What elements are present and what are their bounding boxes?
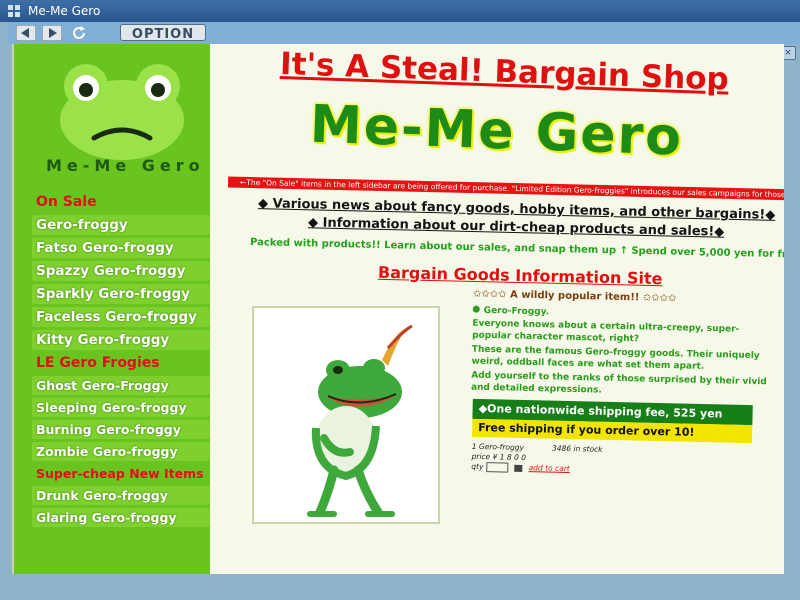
item-name: 1 Gero-froggy	[471, 441, 525, 453]
desc-line-3: Add yourself to the ranks of those surpr…	[470, 370, 767, 396]
sidebar-item-zombie[interactable]: Zombie Gero-froggy	[32, 442, 210, 461]
sidebar-item-fatso[interactable]: Fatso Gero-froggy	[32, 238, 210, 258]
sidebar-item-kitty[interactable]: Kitty Gero-froggy	[32, 330, 210, 350]
item-price: price ¥ 1 8 0 0	[471, 451, 527, 463]
web-page: Me-Me Gero On Sale Gero-froggy Fatso Ger…	[12, 44, 784, 574]
product-description: ✩✩✩✩ A wildly popular item!! ✩✩✩✩ Gero-F…	[471, 289, 773, 401]
sidebar-item-super-cheap[interactable]: Super-cheap New Items	[32, 464, 210, 483]
sidebar-nav: On Sale Gero-froggy Fatso Gero-froggy Sp…	[32, 192, 210, 530]
sidebar-item-glaring[interactable]: Glaring Gero-froggy	[32, 508, 210, 527]
shipping-box: ◆One nationwide shipping fee, 525 yen Fr…	[471, 398, 753, 478]
popular-text: A wildly popular item!!	[509, 289, 640, 304]
frog-logo-icon	[60, 64, 184, 160]
cart-icon[interactable]	[514, 464, 523, 472]
sidebar-item-faceless[interactable]: Faceless Gero-froggy	[32, 307, 210, 327]
browser-toolbar: OPTION	[8, 22, 800, 44]
sidebar-item-drunk[interactable]: Drunk Gero-froggy	[32, 486, 210, 505]
logo-text: Me-Me Gero	[46, 156, 205, 175]
site-subtitle: Bargain Goods Information Site	[377, 262, 663, 289]
qty-label: qty	[471, 461, 484, 472]
popular-badge: ✩✩✩✩ A wildly popular item!! ✩✩✩✩	[473, 289, 773, 307]
stock-count: 3486 in stock	[551, 443, 603, 454]
add-to-cart-button[interactable]: add to cart	[529, 463, 570, 473]
sidebar-item-sleeping[interactable]: Sleeping Gero-froggy	[32, 398, 210, 417]
product-name-text: Gero-Froggy.	[483, 305, 550, 318]
title-bar: Me-Me Gero	[0, 0, 800, 22]
purchase-form: 1 Gero-froggy 3486 in stock price ¥ 1 8 0…	[471, 442, 752, 478]
reload-icon[interactable]	[70, 25, 90, 41]
sidebar-item-le-gero-frogies[interactable]: LE Gero Frogies	[32, 353, 210, 373]
app-icon	[8, 5, 20, 17]
shipping-fee-text: One nationwide shipping fee, 525 yen	[486, 402, 723, 421]
window-title: Me-Me Gero	[28, 4, 101, 18]
sidebar-item-gero-froggy[interactable]: Gero-froggy	[32, 215, 210, 235]
promo-text: Packed with products!! Learn about our s…	[249, 237, 784, 262]
star-icon: ✩✩✩✩	[642, 292, 677, 305]
gero-froggy-figure-icon	[307, 324, 413, 517]
sidebar-item-on-sale[interactable]: On Sale	[32, 192, 210, 212]
sidebar-item-spazzy[interactable]: Spazzy Gero-froggy	[32, 261, 210, 281]
star-icon: ✩✩✩✩	[472, 288, 507, 301]
sidebar-item-burning[interactable]: Burning Gero-froggy	[32, 420, 210, 439]
forward-icon[interactable]	[42, 25, 62, 41]
page-headline: It's A Steal! Bargain Shop	[279, 45, 730, 98]
brand-logo-text: Me-Me Gero	[309, 94, 684, 168]
qty-input[interactable]	[485, 462, 508, 473]
sidebar: Me-Me Gero On Sale Gero-froggy Fatso Ger…	[14, 44, 210, 574]
sidebar-item-ghost[interactable]: Ghost Gero-Froggy	[32, 376, 210, 395]
sidebar-item-sparkly[interactable]: Sparkly Gero-froggy	[32, 284, 210, 304]
main-content: It's A Steal! Bargain Shop Me-Me Gero ←T…	[210, 44, 784, 574]
option-button[interactable]: OPTION	[120, 24, 206, 42]
back-icon[interactable]	[16, 25, 36, 41]
bullet-dot-icon	[472, 305, 480, 313]
product-image	[252, 306, 440, 524]
